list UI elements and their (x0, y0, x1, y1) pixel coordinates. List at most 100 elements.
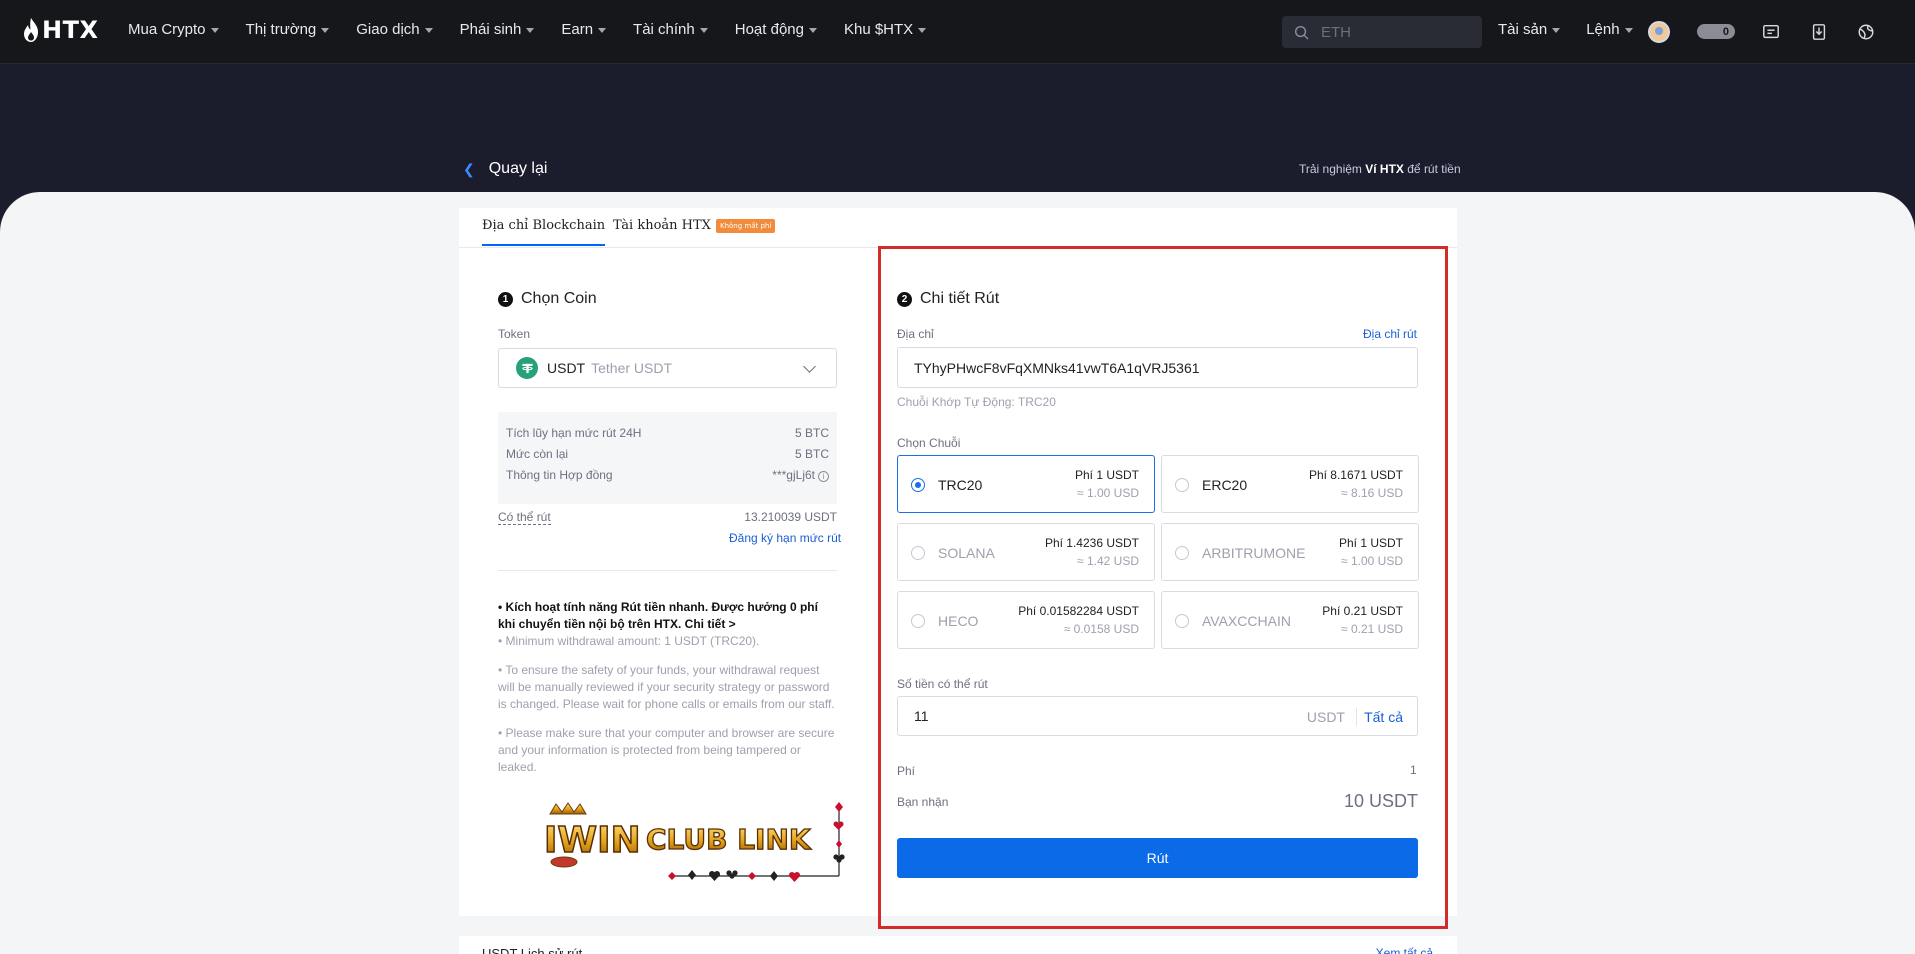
amount-label: Số tiền có thể rút (897, 677, 988, 691)
caret-down-icon (918, 27, 927, 33)
token-select[interactable]: USDT Tether USDT (498, 348, 837, 388)
logo-text: HTX (42, 16, 99, 44)
account-menu: Tài sản Lệnh (1498, 21, 1659, 38)
tab-blockchain-address[interactable]: Địa chỉ Blockchain (482, 218, 606, 246)
limit-value: 5 BTC (794, 446, 829, 461)
chain-option-arbitrumone[interactable]: ARBITRUMONE Phí 1 USDT ≈ 1.00 USD (1161, 523, 1419, 581)
history-title: USDT Lịch sử rút (482, 946, 583, 954)
choose-coin-heading: 1 Chọn Coin (498, 290, 597, 308)
chain-fee-usd: ≈ 0.21 USD (1341, 622, 1403, 636)
nav-label: Khu $HTX (843, 21, 914, 38)
chain-option-avaxcchain[interactable]: AVAXCCHAIN Phí 0.21 USDT ≈ 0.21 USD (1161, 591, 1419, 649)
nav-label: Earn (561, 21, 594, 38)
download-icon[interactable] (1807, 20, 1831, 44)
search-icon (1294, 25, 1309, 40)
tether-icon (516, 357, 538, 379)
caret-down-icon (424, 27, 433, 33)
nav-trade[interactable]: Giao dịch (356, 21, 433, 38)
nav-buy-crypto[interactable]: Mua Crypto (128, 21, 219, 38)
receive-value: 10 USDT (1343, 791, 1418, 811)
nav-assets[interactable]: Tài sản (1498, 21, 1561, 38)
address-value: TYhyPHwcF8vFqXMNks41vwT6A1qVRJ5361 (914, 359, 1200, 376)
withdraw-button[interactable]: Rút (897, 838, 1418, 878)
max-amount-button[interactable]: Tất cả (1364, 709, 1403, 725)
htx-logo[interactable]: HTX (22, 16, 98, 44)
chevron-down-icon (803, 360, 816, 373)
svg-text:IWIN: IWIN (544, 820, 641, 861)
caret-down-icon (699, 27, 708, 33)
chain-fee: Phí 1 USDT (1338, 536, 1403, 550)
nav-label: Hoạt động (734, 21, 804, 38)
nav-derivatives[interactable]: Phái sinh (460, 21, 535, 38)
back-label: Quay lại (488, 160, 548, 177)
back-link[interactable]: ❮ Quay lại (463, 160, 547, 178)
nav-markets[interactable]: Thị trường (246, 21, 330, 38)
amount-input[interactable]: 11 USDT Tất cả (897, 696, 1418, 736)
nav-label: Giao dịch (356, 21, 420, 38)
radio-icon (911, 614, 925, 628)
min-withdraw-note: • Minimum withdrawal amount: 1 USDT (TRC… (498, 634, 760, 648)
available-balance-row: Có thể rút 13.210039 USDT (498, 510, 837, 525)
chain-fee: Phí 0.01582284 USDT (1018, 604, 1139, 618)
top-nav: HTX Mua Crypto Thị trường Giao dịch Phái… (0, 0, 1915, 64)
token-full-name: Tether USDT (591, 360, 673, 376)
contract-info-value: ***gjLj6t i (772, 468, 829, 482)
amount-value: 11 (914, 708, 929, 724)
fast-withdraw-note[interactable]: • Kích hoạt tính năng Rút tiền nhanh. Đư… (498, 599, 837, 633)
withdraw-history-panel: USDT Lịch sử rút Xem tất cả (459, 936, 1457, 954)
caret-down-icon (598, 27, 607, 33)
nav-earn[interactable]: Earn (561, 21, 607, 38)
badge-count: 0 (1722, 25, 1729, 38)
auto-match-hint: Chuỗi Khớp Tự Động: TRC20 (897, 395, 1056, 409)
chain-name: HECO (938, 613, 979, 629)
withdraw-notes: • Kích hoạt tính năng Rút tiền nhanh. Đư… (498, 599, 837, 788)
withdraw-details-heading: 2 Chi tiết Rút (897, 290, 999, 308)
chain-name: TRC20 (938, 477, 983, 493)
available-value: 13.210039 USDT (744, 510, 837, 524)
address-input[interactable]: TYhyPHwcF8vFqXMNks41vwT6A1qVRJ5361 (897, 347, 1418, 388)
promo-suffix: để rút tiền (1403, 162, 1461, 176)
radio-icon (1175, 546, 1189, 560)
address-book-link[interactable]: Địa chỉ rút (1363, 327, 1417, 341)
step-number: 1 (498, 291, 513, 307)
chain-option-erc20[interactable]: ERC20 Phí 8.1671 USDT ≈ 8.16 USD (1161, 455, 1419, 513)
nav-activities[interactable]: Hoạt động (735, 21, 817, 38)
divider (1356, 708, 1357, 726)
radio-icon (1175, 478, 1189, 492)
search-input[interactable] (1321, 23, 1471, 41)
nav-orders[interactable]: Lệnh (1586, 21, 1633, 38)
info-icon[interactable]: i (818, 470, 829, 482)
free-fee-badge: Không mất phí (716, 219, 776, 233)
chain-label: Chọn Chuỗi (897, 436, 961, 450)
available-label[interactable]: Có thể rút (498, 510, 551, 525)
flame-icon (24, 18, 38, 42)
fee-value: 1 (1410, 763, 1417, 777)
nav-htx-zone[interactable]: Khu $HTX (843, 21, 927, 38)
fee-label: Phí (897, 764, 916, 778)
language-globe-icon[interactable] (1854, 20, 1878, 44)
nav-label: Mua Crypto (128, 21, 206, 38)
nav-label: Tài sản (1498, 21, 1548, 38)
register-limit-link[interactable]: Đăng ký hạn mức rút (729, 531, 841, 545)
view-all-link[interactable]: Xem tất cả (1376, 946, 1433, 954)
chain-fee-usd: ≈ 1.42 USD (1077, 554, 1139, 568)
tab-htx-account[interactable]: Tài khoản HTX (613, 218, 711, 233)
nav-label: Thị trường (245, 21, 317, 38)
messages-icon[interactable] (1759, 20, 1783, 44)
security-note: • Please make sure that your computer an… (498, 726, 835, 774)
limit-value: 5 BTC (794, 425, 829, 440)
rewards-badge[interactable]: 0 (1697, 24, 1735, 39)
limit-row: Tích lũy hạn mức rút 24H 5 BTC (506, 422, 829, 443)
caret-down-icon (1552, 27, 1561, 33)
avatar[interactable] (1648, 21, 1670, 43)
chain-fee: Phí 1.4236 USDT (1044, 536, 1139, 550)
search-box[interactable] (1282, 16, 1482, 48)
chain-option-trc20[interactable]: TRC20 Phí 1 USDT ≈ 1.00 USD (897, 455, 1155, 513)
receive-label: Bạn nhận (897, 795, 949, 809)
chain-option-heco[interactable]: HECO Phí 0.01582284 USDT ≈ 0.0158 USD (897, 591, 1155, 649)
step-number: 2 (897, 291, 912, 307)
caret-down-icon (321, 27, 330, 33)
htx-wallet-promo[interactable]: Trải nghiệm Ví HTX để rút tiền (1299, 162, 1461, 176)
nav-finance[interactable]: Tài chính (633, 21, 708, 38)
chain-option-solana[interactable]: SOLANA Phí 1.4236 USDT ≈ 1.42 USD (897, 523, 1155, 581)
